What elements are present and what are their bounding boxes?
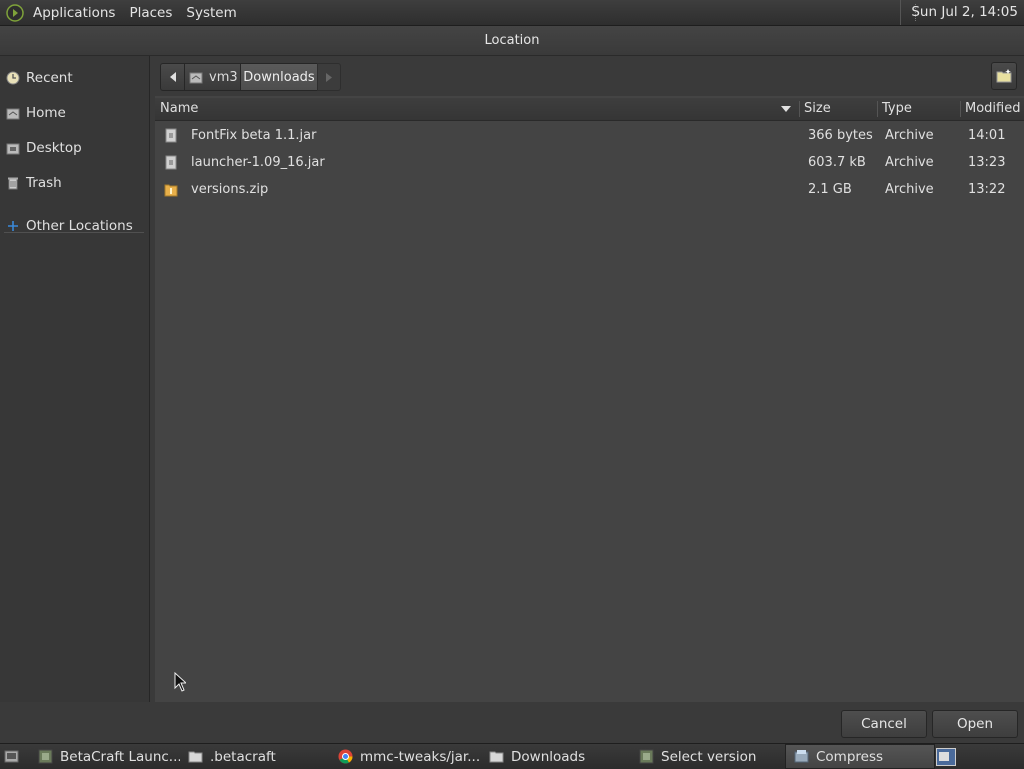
zip-file-icon (164, 184, 178, 197)
file-type: Archive (885, 155, 934, 170)
folder-icon (188, 751, 203, 763)
file-size: 2.1 GB (808, 182, 852, 197)
sidebar-item-label: Trash (26, 175, 62, 191)
show-desktop-button[interactable] (0, 744, 30, 769)
task-label: Select version (661, 748, 757, 765)
chevron-left-icon (170, 72, 176, 82)
task-label: mmc-tweaks/jar... (360, 748, 480, 765)
file-name: versions.zip (191, 182, 269, 197)
file-type: Archive (885, 182, 934, 197)
chevron-right-icon (326, 72, 332, 82)
file-row[interactable]: versions.zip 2.1 GB Archive 13:22 (155, 176, 1024, 203)
jar-file-icon (165, 155, 177, 170)
places-menu[interactable]: Places (122, 5, 179, 21)
column-divider[interactable] (877, 101, 878, 117)
dialog-button-bar: Cancel Open (0, 702, 1024, 743)
taskbar: BetaCraft Launc... .betacraft mmc-tweaks… (0, 743, 1024, 769)
task-label: Downloads (511, 748, 586, 765)
places-sidebar: Recent Home Desktop Trash Other Location… (0, 56, 150, 702)
sidebar-item-home[interactable]: Home (0, 98, 149, 128)
file-name: launcher-1.09_16.jar (191, 155, 325, 170)
path-forward-button[interactable] (317, 63, 341, 91)
workspace-switcher[interactable] (936, 744, 960, 769)
folder-icon (489, 751, 504, 763)
show-desktop-icon (4, 750, 19, 763)
column-header-size[interactable]: Size (804, 98, 831, 120)
home-icon (6, 108, 20, 120)
task-select-version[interactable]: Select version (631, 744, 783, 769)
path-segment-label: vm3 (209, 69, 238, 85)
distro-logo-icon[interactable] (6, 3, 24, 22)
top-panel: Applications Places System Sun Jul 2, 14… (0, 0, 1024, 26)
path-back-button[interactable] (160, 63, 186, 91)
path-segment-downloads[interactable]: Downloads (240, 63, 318, 91)
trash-icon (8, 177, 18, 190)
path-bar: vm3 Downloads (155, 56, 1024, 96)
chrome-icon (338, 749, 353, 764)
mouse-pointer-icon (174, 672, 186, 692)
task-label: .betacraft (210, 748, 276, 765)
sidebar-item-recent[interactable]: Recent (0, 63, 149, 93)
workspace-switcher-icon (936, 747, 956, 766)
column-header-bar: Name Size Type Modified (155, 98, 1024, 121)
archive-manager-icon (794, 750, 809, 763)
dialog-title: Location (0, 26, 1024, 56)
sidebar-item-desktop[interactable]: Desktop (0, 133, 149, 163)
column-header-name[interactable]: Name (160, 98, 198, 120)
file-modified: 13:23 (968, 155, 1006, 170)
sidebar-item-trash[interactable]: Trash (0, 168, 149, 198)
file-size: 603.7 kB (808, 155, 866, 170)
column-header-modified[interactable]: Modified (965, 98, 1020, 120)
column-divider[interactable] (799, 101, 800, 117)
desktop-icon (6, 143, 20, 155)
clock[interactable]: Sun Jul 2, 14:05 (900, 0, 1024, 25)
open-button[interactable]: Open (932, 710, 1018, 738)
task-label: BetaCraft Launc... (60, 748, 180, 765)
task-compress[interactable]: Compress (785, 744, 935, 769)
plus-icon (8, 221, 18, 231)
sort-descending-icon (781, 106, 791, 112)
cancel-button[interactable]: Cancel (841, 710, 927, 738)
column-header-type[interactable]: Type (882, 98, 912, 120)
sidebar-item-label: Other Locations (26, 218, 133, 234)
file-row[interactable]: launcher-1.09_16.jar 603.7 kB Archive 13… (155, 149, 1024, 176)
java-app-icon (38, 749, 53, 764)
column-divider[interactable] (960, 101, 961, 117)
java-app-icon (639, 749, 654, 764)
task-downloads-folder[interactable]: Downloads (481, 744, 631, 769)
file-modified: 13:22 (968, 182, 1006, 197)
path-segment-vm3[interactable]: vm3 (184, 63, 241, 91)
file-name: FontFix beta 1.1.jar (191, 128, 317, 143)
file-chooser-dialog: Location Recent Home Desktop Trash Other… (0, 26, 1024, 743)
jar-file-icon (165, 128, 177, 143)
system-menu[interactable]: System (179, 5, 243, 21)
file-size: 366 bytes (808, 128, 873, 143)
applications-menu[interactable]: Applications (26, 5, 122, 21)
home-icon (189, 72, 203, 84)
sidebar-item-label: Home (26, 105, 66, 121)
file-row[interactable]: FontFix beta 1.1.jar 366 bytes Archive 1… (155, 122, 1024, 149)
task-betacraft-folder[interactable]: .betacraft (180, 744, 330, 769)
recent-icon (6, 71, 20, 85)
task-label: Compress (816, 748, 884, 765)
file-modified: 14:01 (968, 128, 1006, 143)
task-chrome[interactable]: mmc-tweaks/jar... (330, 744, 480, 769)
sidebar-item-label: Recent (26, 70, 73, 86)
new-folder-button[interactable] (991, 62, 1017, 90)
file-type: Archive (885, 128, 934, 143)
file-browser: vm3 Downloads Name Size Type Modified Fo… (155, 56, 1024, 702)
new-folder-icon (996, 69, 1012, 83)
sidebar-item-label: Desktop (26, 140, 82, 156)
task-betacraft-launcher[interactable]: BetaCraft Launc... (30, 744, 180, 769)
sidebar-item-other-locations[interactable]: Other Locations (0, 211, 149, 241)
